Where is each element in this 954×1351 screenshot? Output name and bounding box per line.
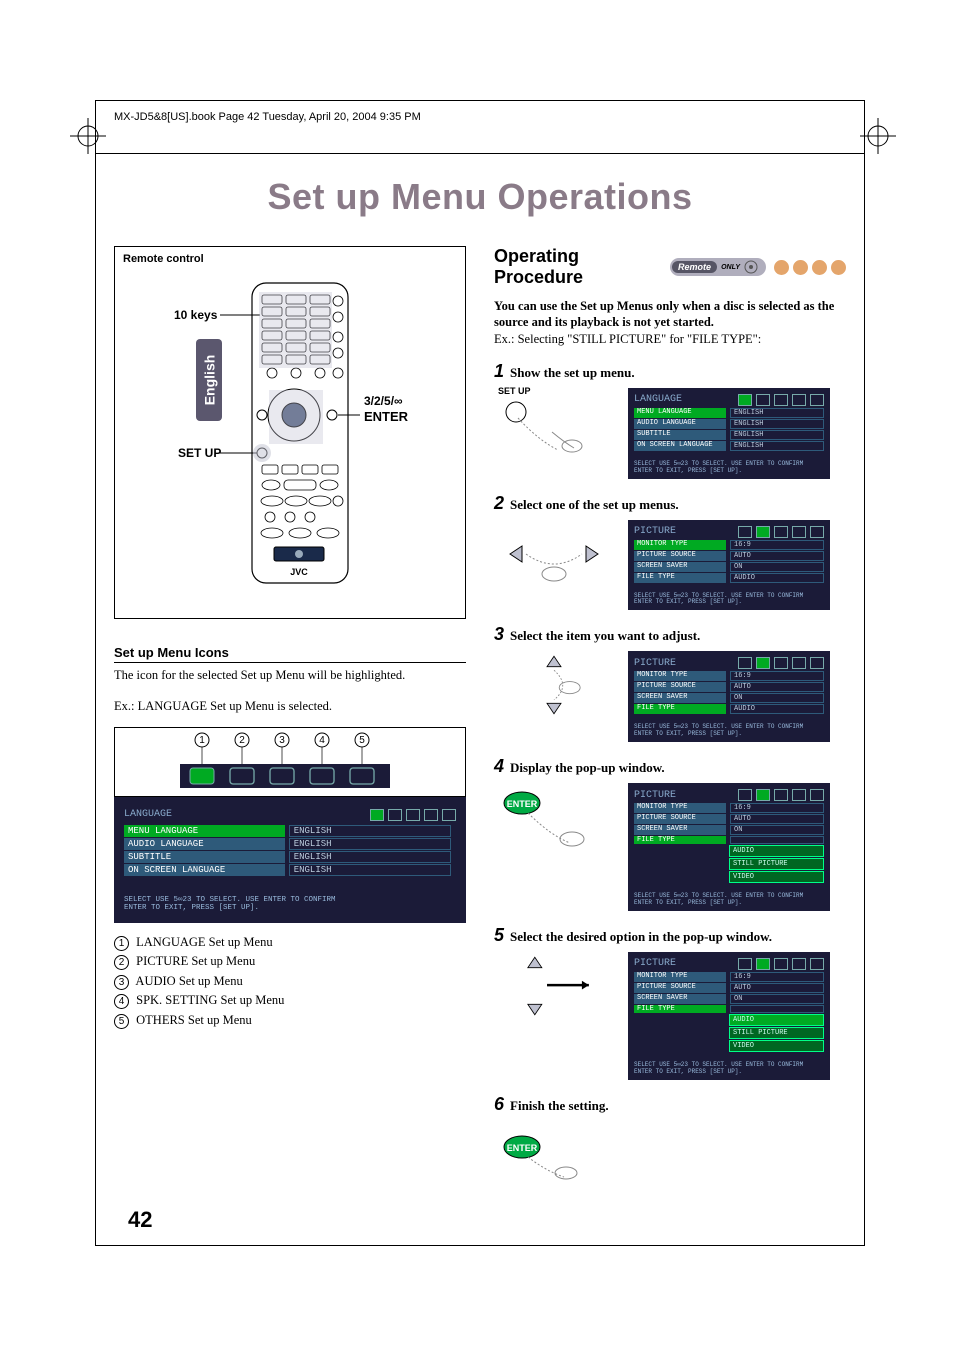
legend-item: 4 SPK. SETTING Set up Menu [114,991,466,1010]
disc-indicators [774,260,846,275]
menu-row: PICTURE SOURCEAUTO [634,814,824,824]
menu-row: ON SCREEN LANGUAGEENGLISH [124,864,456,876]
menu-step5: PICTURE MONITOR TYPE16:9PICTURE SOURCEAU… [628,952,830,1080]
menu-row: MENU LANGUAGEENGLISH [124,825,456,837]
nav-up-down-arrow-figure [494,952,614,1020]
step-5: 5Select the desired option in the pop-up… [494,925,846,1080]
menu-row: MONITOR TYPE16:9 [634,671,824,681]
remote-only-icon [744,260,758,274]
menu-row: MONITOR TYPE16:9 [634,540,824,550]
menu-row: SCREEN SAVERON [634,825,824,835]
menu-step1: LANGUAGE MENU LANGUAGEENGLISHAUDIO LANGU… [628,388,830,479]
menu-row: PICTURE SOURCEAUTO [634,983,824,993]
menu-row: ON SCREEN LANGUAGEENGLISH [634,441,824,451]
label-setup: SET UP [178,446,221,460]
menu-row: SUBTITLEENGLISH [124,851,456,863]
menu-row: SCREEN SAVERON [634,693,824,703]
menu-row: AUDIO LANGUAGEENGLISH [124,838,456,850]
menu-row: PICTURE SOURCEAUTO [634,682,824,692]
legend-list: 1 LANGUAGE Set up Menu2 PICTURE Set up M… [114,933,466,1030]
press-enter-figure: ENTER [494,783,614,851]
remote-only-badge: Remote ONLY [670,258,766,276]
menu-row: SUBTITLEENGLISH [634,430,824,440]
remote-caption: Remote control [123,253,457,265]
remote-illustration: JVC 10 keys SET UP 3/2/5/∞ ENTER [123,265,457,605]
menu-row: FILE TYPEAUDIO [634,704,824,714]
svg-text:4: 4 [319,735,325,746]
remote-control-diagram: Remote control [114,246,466,619]
menu-row: SCREEN SAVERON [634,994,824,1004]
popup-option: VIDEO [729,871,824,883]
iconbar-diagram: 1 2 3 4 5 [114,727,466,797]
menu-icon-strip [370,809,456,821]
svg-text:5: 5 [359,735,365,746]
popup-option: AUDIO [729,1014,824,1026]
svg-text:ENTER: ENTER [507,799,538,809]
menu-row: MENU LANGUAGEENGLISH [634,408,824,418]
book-header: MX-JD5&8[US].book Page 42 Tuesday, April… [96,101,864,154]
page-title: Set up Menu Operations [96,176,864,218]
menu-language: LANGUAGE MENU LANGUAGEENGLISHAUDIO LANGU… [114,797,466,923]
operating-procedure-heading: Operating Procedure Remote ONLY [494,246,846,288]
svg-text:3/2/5/∞: 3/2/5/∞ [364,394,403,408]
svg-text:3: 3 [279,735,285,746]
menu-row: FILE TYPE [634,1005,824,1013]
press-enter-figure-2: ENTER [494,1121,614,1189]
svg-text:ENTER: ENTER [507,1143,538,1153]
popup-option: STILL PICTURE [729,1027,824,1039]
setup-menu-icons-heading: Set up Menu Icons [114,645,466,663]
popup-option: VIDEO [729,1040,824,1052]
svg-text:JVC: JVC [290,567,308,577]
menu-row: FILE TYPE [634,836,824,844]
menu-step2: PICTURE MONITOR TYPE16:9PICTURE SOURCEAU… [628,520,830,611]
svg-text:ENTER: ENTER [364,409,409,424]
menu-row: SCREEN SAVERON [634,562,824,572]
page-number: 42 [96,1201,864,1245]
setup-menu-icons-text: The icon for the selected Set up Menu wi… [114,667,466,684]
menu-row: PICTURE SOURCEAUTO [634,551,824,561]
legend-item: 5 OTHERS Set up Menu [114,1011,466,1030]
popup-option: AUDIO [729,845,824,857]
setup-menu-icons-example: Ex.: LANGUAGE Set up Menu is selected. [114,698,466,715]
nav-up-down-figure [494,651,614,719]
reg-mark [860,118,896,154]
setup-button-label: SET UP [498,386,531,396]
menu-row: AUDIO LANGUAGEENGLISH [634,419,824,429]
menu-row: FILE TYPEAUDIO [634,573,824,583]
popup-option: STILL PICTURE [729,858,824,870]
legend-item: 1 LANGUAGE Set up Menu [114,933,466,952]
step-3: 3Select the item you want to adjust. PIC… [494,624,846,742]
press-setup-figure [494,388,614,456]
label-10keys: 10 keys [174,308,218,322]
step-6: 6Finish the setting. ENTER [494,1094,846,1189]
intro-text: You can use the Set up Menus only when a… [494,298,846,347]
legend-item: 2 PICTURE Set up Menu [114,952,466,971]
menu-step3: PICTURE MONITOR TYPE16:9PICTURE SOURCEAU… [628,651,830,742]
svg-text:1: 1 [199,735,205,746]
menu-step4: PICTURE MONITOR TYPE16:9PICTURE SOURCEAU… [628,783,830,911]
svg-text:2: 2 [239,735,245,746]
nav-left-right-figure [494,520,614,588]
step-2: 2Select one of the set up menus. PICTURE… [494,493,846,611]
menu-row: MONITOR TYPE16:9 [634,803,824,813]
step-1: 1Show the set up menu. SET UP LANGUAGE [494,361,846,479]
page-frame: MX-JD5&8[US].book Page 42 Tuesday, April… [95,100,865,1246]
step-4: 4Display the pop-up window. ENTER PICTUR… [494,756,846,911]
menu-row: MONITOR TYPE16:9 [634,972,824,982]
legend-item: 3 AUDIO Set up Menu [114,972,466,991]
